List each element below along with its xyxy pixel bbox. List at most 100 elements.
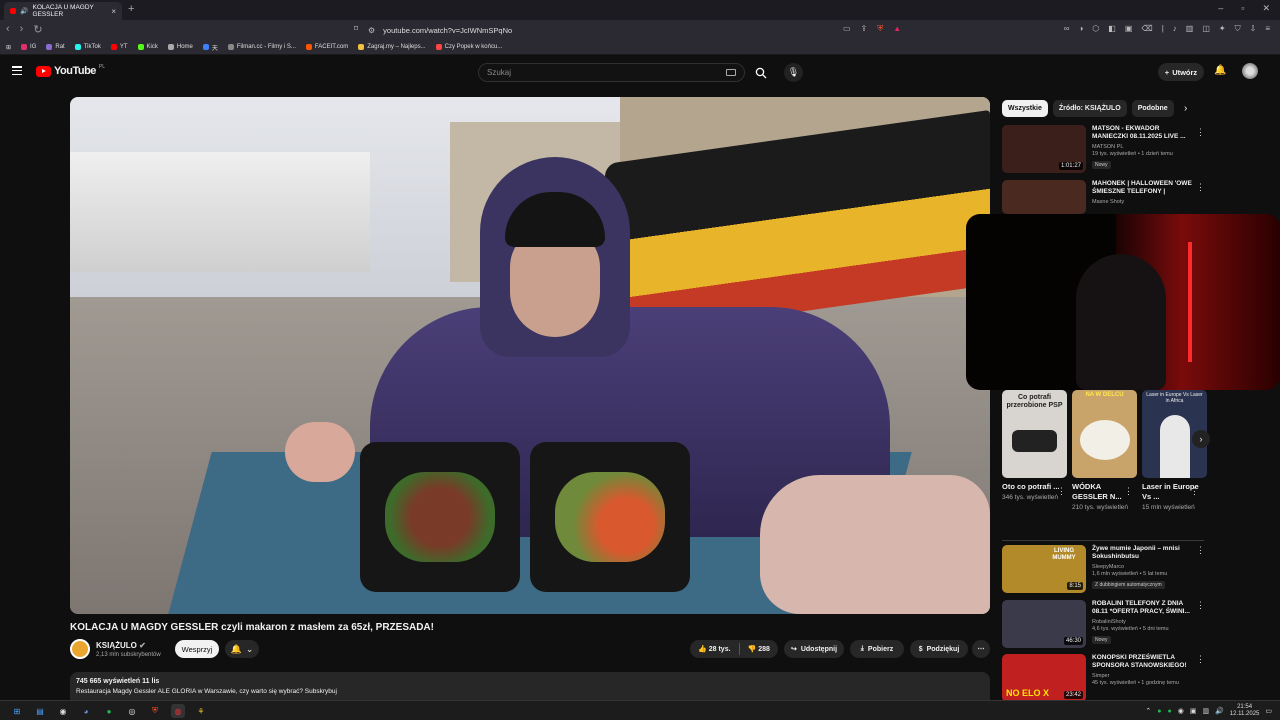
shorts-next-button[interactable]: › (1192, 430, 1210, 448)
recommended-video[interactable]: NO ELO X 23:42 KONOPSKI PRZEŚWIETLA SPON… (1002, 654, 1192, 702)
bookmark-item[interactable]: Rat (46, 44, 65, 50)
kebab-menu-icon[interactable]: ⋮ (1196, 600, 1205, 611)
app-icon[interactable]: ⚘ (194, 704, 208, 718)
start-menu-icon[interactable]: ⊞ (10, 704, 24, 718)
close-tab-icon[interactable]: × (111, 7, 116, 16)
url-field[interactable]: ⚙ youtube.com/watch?v=JcIWNmSPqNo (368, 22, 908, 38)
bookmark-item[interactable]: FACEIT.com (305, 44, 348, 50)
search-input[interactable]: Szukaj (478, 63, 745, 82)
brave-icon[interactable]: ⛨ (148, 704, 162, 718)
like-button[interactable]: 👍 28 tys. (698, 645, 730, 653)
spotify-icon[interactable]: ● (102, 704, 116, 718)
kebab-menu-icon[interactable]: ⋮ (1196, 654, 1205, 665)
recommended-channel[interactable]: RobaliniShoty (1092, 619, 1192, 625)
bookmark-item[interactable]: IG (21, 44, 36, 50)
kebab-menu-icon[interactable]: ⋮ (1196, 182, 1205, 193)
extension-icon-3[interactable]: ⬡ (1092, 24, 1099, 34)
obs-icon[interactable]: ◍ (171, 704, 185, 718)
kebab-menu-icon[interactable]: ⋮ (1057, 486, 1066, 497)
notification-center-icon[interactable]: ▭ (1265, 707, 1272, 715)
extension-icon-5[interactable]: ▣ (1125, 24, 1133, 34)
tab-audio-icon[interactable]: 🔊 (20, 7, 28, 15)
tray-app-icon[interactable]: ▣ (1190, 707, 1197, 715)
chip-related[interactable]: Podobne (1131, 100, 1174, 117)
site-settings-icon[interactable]: ⚙ (368, 26, 375, 35)
forward-icon[interactable]: › (20, 23, 24, 36)
menu-icon[interactable]: ≡ (1265, 24, 1270, 34)
share-url-icon[interactable]: ⇪ (861, 24, 868, 34)
bookmark-item[interactable]: Filman.cc - Filmy i S... (227, 44, 296, 50)
recommended-channel[interactable]: MATSON PL (1092, 144, 1192, 150)
short-thumbnail[interactable]: NA W DELCU (1072, 390, 1137, 478)
recommended-title[interactable]: Żywe mumie Japonii – mnisi Sokushinbutsu (1092, 545, 1192, 562)
bookmark-item[interactable]: YT (110, 44, 128, 50)
video-thumbnail[interactable]: LIVING MUMMY 8:15 (1002, 545, 1086, 593)
close-window-icon[interactable]: ✕ (1262, 3, 1270, 14)
download-button[interactable]: ⤓ Pobierz (850, 640, 904, 658)
hamburger-menu-icon[interactable] (12, 66, 22, 75)
recommended-video[interactable]: 46:30 ROBALINI TELEFONY Z DNIA 08.11 *OF… (1002, 600, 1192, 648)
chrome-icon[interactable]: ◎ (125, 704, 139, 718)
recommended-video[interactable]: MAHONEK | HALLOWEEN 'OWE ŚMIESZNE TELEFO… (1002, 180, 1192, 214)
vpn-icon[interactable]: ⛉ (1235, 24, 1241, 34)
steam-icon[interactable]: ◉ (56, 704, 70, 718)
video-thumbnail[interactable]: 1:01:27 (1002, 125, 1086, 173)
notifications-bell-icon[interactable]: 🔔 (1214, 65, 1226, 76)
keyboard-icon[interactable] (726, 69, 736, 76)
brave-shield-icon[interactable]: ⛨ (877, 24, 883, 34)
brave-rewards-icon[interactable]: ▲ (893, 24, 901, 34)
subscription-bell-button[interactable]: 🔔 ⌄ (225, 640, 259, 658)
recommended-title[interactable]: ROBALINI TELEFONY Z DNIA 08.11 *OFERTA P… (1092, 600, 1192, 617)
bookmark-item[interactable]: TikTok (74, 44, 101, 50)
video-player[interactable] (70, 97, 990, 614)
file-explorer-icon[interactable]: ▤ (33, 704, 47, 718)
kebab-menu-icon[interactable]: ⋮ (1124, 486, 1133, 497)
new-tab-icon[interactable]: + (128, 3, 134, 15)
system-clock[interactable]: 21:54 12.11.2025 (1230, 704, 1260, 718)
download-icon[interactable]: ⇩ (1250, 24, 1257, 34)
channel-avatar[interactable] (70, 639, 90, 659)
chip-from-channel[interactable]: Źródło: KSIĄŻULO (1052, 100, 1127, 117)
recommended-title[interactable]: KONOPSKI PRZEŚWIETLA SPONSORA STANOWSKIE… (1092, 654, 1192, 671)
bookmark-icon[interactable]: ⌑ (354, 24, 358, 33)
browser-tab[interactable]: 🔊 KOLACJA U MAGDY GESSLER × (4, 2, 122, 20)
bookmark-item[interactable]: Czy Popek w końcu... (435, 44, 502, 50)
network-icon[interactable]: ▥ (1202, 707, 1209, 715)
recommended-channel[interactable]: SleepyMarco (1092, 564, 1192, 570)
kebab-menu-icon[interactable]: ⋮ (1190, 486, 1199, 497)
bookmark-item[interactable]: Kick (137, 44, 158, 50)
video-thumbnail[interactable]: NO ELO X 23:42 (1002, 654, 1086, 702)
wallet-icon[interactable]: ◫ (1202, 24, 1210, 34)
volume-icon[interactable]: 🔊 (1215, 707, 1224, 715)
chevron-right-icon[interactable]: › (1184, 103, 1187, 114)
extension-icon-6[interactable]: ⌫ (1141, 24, 1152, 34)
search-button[interactable] (748, 63, 774, 82)
video-thumbnail[interactable] (1002, 180, 1086, 214)
extension-icon-1[interactable]: ∞ (1064, 24, 1070, 34)
reload-icon[interactable]: ↻ (33, 23, 42, 36)
maximize-icon[interactable]: ▫ (1241, 3, 1244, 14)
minimize-icon[interactable]: – (1218, 3, 1223, 14)
kebab-menu-icon[interactable]: ⋮ (1196, 127, 1205, 138)
tray-app-icon[interactable]: ● (1157, 708, 1161, 715)
create-button[interactable]: + Utwórz (1158, 63, 1204, 81)
more-actions-button[interactable]: ⋯ (972, 640, 990, 658)
bookmark-item[interactable]: Zagraj.my – Najleps... (358, 44, 426, 50)
back-icon[interactable]: ‹ (6, 23, 10, 36)
recommended-title[interactable]: MATSON - EKWADOR MANIECZKI 08.11.2025 LI… (1092, 125, 1192, 142)
bookmark-item[interactable]: 天 (202, 43, 218, 52)
extension-icon-4[interactable]: ◧ (1108, 24, 1116, 34)
leo-icon[interactable]: ✦ (1219, 24, 1226, 34)
recommended-video[interactable]: LIVING MUMMY 8:15 Żywe mumie Japonii – m… (1002, 545, 1192, 593)
recommended-title[interactable]: MAHONEK | HALLOWEEN 'OWE ŚMIESZNE TELEFO… (1092, 180, 1192, 197)
dislike-button[interactable]: 👎 288 (748, 645, 770, 653)
extension-icon-2[interactable]: ◑ (1078, 24, 1083, 34)
thanks-button[interactable]: $ Podziękuj (910, 640, 968, 658)
chip-all[interactable]: Wszystkie (1002, 100, 1048, 117)
recommended-video[interactable]: 1:01:27 MATSON - EKWADOR MANIECZKI 08.11… (1002, 125, 1192, 173)
voice-search-button[interactable]: 🎙 (784, 63, 803, 82)
tray-chevron-icon[interactable]: ⌃ (1145, 707, 1151, 715)
discord-icon[interactable]: ◕ (79, 704, 93, 718)
recommended-channel[interactable]: Masne Shoty (1092, 199, 1192, 205)
support-button[interactable]: Wesprzyj (175, 640, 219, 658)
